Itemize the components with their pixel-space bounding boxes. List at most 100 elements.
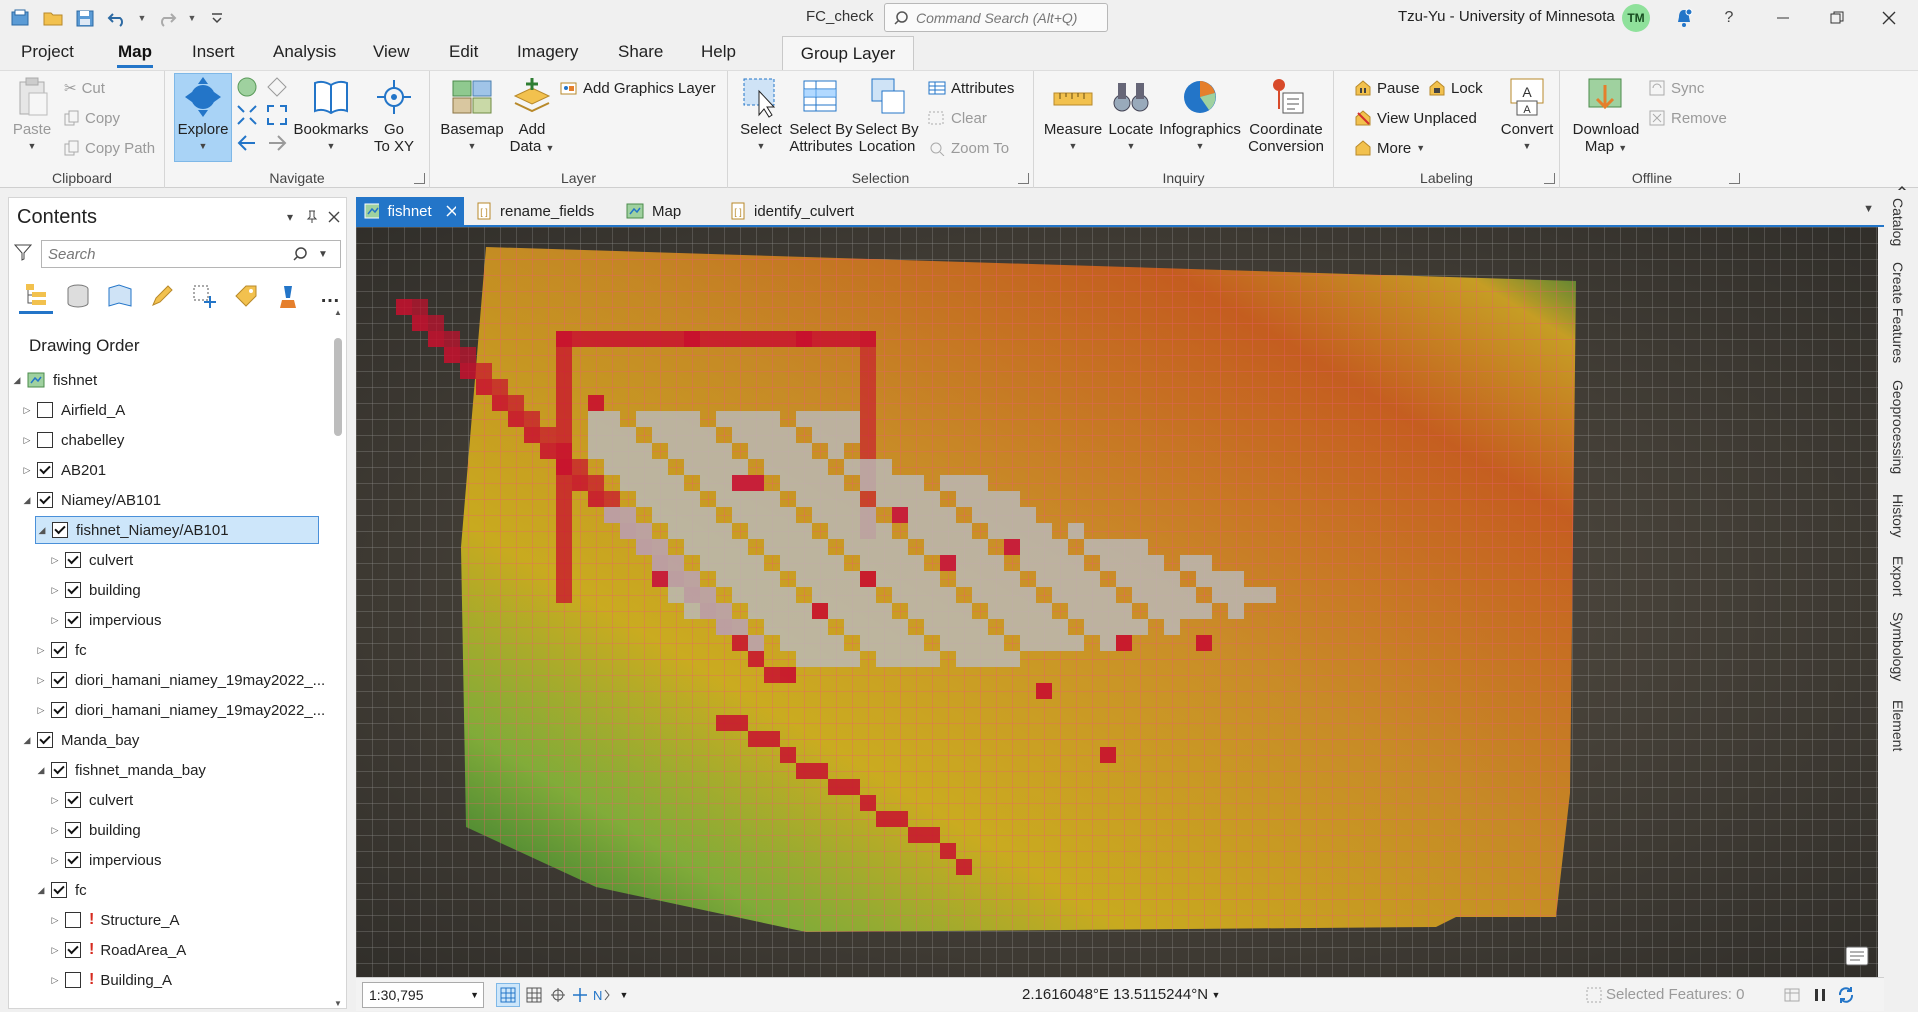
layer-tree-item[interactable]: ▷ building xyxy=(49,816,141,844)
layer-tree-item[interactable]: ▷! RoadArea_A xyxy=(49,936,187,964)
zoom-in-arrows-icon[interactable] xyxy=(235,103,259,127)
dock-tab-catalog[interactable]: Catalog xyxy=(1890,198,1906,246)
layer-tree-item[interactable]: ▷ impervious xyxy=(49,606,162,634)
doc-tab-rename-fields[interactable]: [ ] rename_fields xyxy=(468,197,602,225)
copy-path-button[interactable]: Copy Path xyxy=(64,135,155,161)
scrollbar-thumb[interactable] xyxy=(334,338,342,436)
doc-tab-identify-culvert[interactable]: [ ] identify_culvert xyxy=(722,197,862,225)
layer-tree-item[interactable]: ▷ culvert xyxy=(49,786,134,814)
collapsed-arrow-icon[interactable]: ▷ xyxy=(49,615,61,626)
snapping-icon[interactable] xyxy=(546,983,570,1007)
map-grid-toggle-icon[interactable] xyxy=(496,983,520,1007)
filter-icon[interactable] xyxy=(13,242,33,265)
download-map-button[interactable]: Download Map ▼ xyxy=(1566,73,1646,157)
add-graphics-layer-button[interactable]: Add Graphics Layer xyxy=(560,75,716,101)
layer-tree-item[interactable]: ◢ Niamey/AB101 xyxy=(21,486,162,514)
expanded-arrow-icon[interactable]: ◢ xyxy=(21,495,33,506)
map-canvas[interactable] xyxy=(356,227,1878,977)
collapsed-arrow-icon[interactable]: ▷ xyxy=(49,585,61,596)
user-name[interactable]: Tzu-Yu - University of Minnesota xyxy=(1398,8,1615,25)
layer-visibility-checkbox[interactable] xyxy=(65,972,81,988)
layer-visibility-checkbox[interactable] xyxy=(37,732,53,748)
map-notes-icon[interactable] xyxy=(1845,946,1869,966)
undo-dropdown-icon[interactable]: ▼ xyxy=(136,5,148,31)
layer-visibility-checkbox[interactable] xyxy=(65,852,81,868)
layer-tree-item[interactable]: ▷ impervious xyxy=(49,846,162,874)
layer-tree-item[interactable]: ▷ diori_hamani_niamey_19may2022_... xyxy=(35,696,326,724)
layer-tree-item[interactable]: ◢ fc xyxy=(35,876,87,904)
paste-button[interactable]: Paste ▼ xyxy=(10,73,54,155)
contents-scrollbar[interactable]: ▲ ▼ xyxy=(332,308,344,1008)
layer-tree-item[interactable]: ◢ fishnet_Niamey/AB101 xyxy=(35,516,319,544)
grid-icon[interactable] xyxy=(522,983,546,1007)
expanded-arrow-icon[interactable]: ◢ xyxy=(35,765,47,776)
remove-button[interactable]: Remove xyxy=(1648,105,1727,131)
view-unplaced-button[interactable]: View Unplaced xyxy=(1354,105,1477,131)
sync-button[interactable]: Sync xyxy=(1648,75,1704,101)
expanded-arrow-icon[interactable]: ◢ xyxy=(21,735,33,746)
layer-tree-item[interactable]: ▷! Structure_A xyxy=(49,906,180,934)
dock-tab-create-features[interactable]: Create Features xyxy=(1890,262,1906,363)
more-labeling-button[interactable]: More ▼ xyxy=(1354,135,1425,161)
layer-visibility-checkbox[interactable] xyxy=(51,642,67,658)
layer-visibility-checkbox[interactable] xyxy=(51,762,67,778)
contents-search[interactable]: ▼ xyxy=(41,240,341,268)
tab-edit[interactable]: Edit xyxy=(449,42,478,62)
dock-tab-export[interactable]: Export xyxy=(1890,556,1906,596)
minimize-icon[interactable] xyxy=(1768,4,1798,32)
collapsed-arrow-icon[interactable]: ▷ xyxy=(49,975,61,986)
redo-icon[interactable] xyxy=(154,5,180,31)
layer-visibility-checkbox[interactable] xyxy=(51,702,67,718)
dock-tab-history[interactable]: History xyxy=(1890,494,1906,538)
layer-visibility-checkbox[interactable] xyxy=(37,432,53,448)
scale-selector[interactable]: 1:30,795 ▼ xyxy=(362,982,484,1008)
notification-bell-icon[interactable] xyxy=(1669,4,1699,32)
expanded-arrow-icon[interactable]: ◢ xyxy=(35,885,47,896)
collapsed-arrow-icon[interactable]: ▷ xyxy=(49,825,61,836)
chevron-down-icon[interactable]: ▼ xyxy=(612,983,636,1007)
pane-options-icon[interactable]: ▾ xyxy=(281,208,299,226)
zoom-out-arrows-icon[interactable] xyxy=(265,103,289,127)
dock-tab-geoprocessing[interactable]: Geoprocessing xyxy=(1890,380,1906,474)
tab-view[interactable]: View xyxy=(373,42,410,62)
attributes-button[interactable]: Attributes xyxy=(928,75,1014,101)
drawing-order-icon[interactable] xyxy=(19,278,53,314)
layer-visibility-checkbox[interactable] xyxy=(65,612,81,628)
expanded-arrow-icon[interactable]: ◢ xyxy=(11,375,23,386)
help-icon[interactable]: ? xyxy=(1714,4,1744,32)
layer-tree-item[interactable]: ▷ culvert xyxy=(49,546,134,574)
collapsed-arrow-icon[interactable]: ▷ xyxy=(49,555,61,566)
pause-labeling-button[interactable]: Pause xyxy=(1354,75,1420,101)
layer-tree-item[interactable]: ▷ AB201 xyxy=(21,456,107,484)
editing-view-icon[interactable] xyxy=(145,278,179,314)
tab-analysis[interactable]: Analysis xyxy=(273,42,336,62)
layer-visibility-checkbox[interactable] xyxy=(65,792,81,808)
clear-button[interactable]: Clear xyxy=(928,105,987,131)
tab-imagery[interactable]: Imagery xyxy=(517,42,578,62)
collapsed-arrow-icon[interactable]: ▷ xyxy=(21,435,33,446)
convert-button[interactable]: AA Convert ▼ xyxy=(1500,73,1554,155)
refresh-icon[interactable] xyxy=(1834,983,1858,1007)
layer-tree-item[interactable]: ▷ chabelley xyxy=(21,426,125,454)
command-search-input[interactable] xyxy=(916,9,1096,26)
selection-view-icon[interactable] xyxy=(103,278,137,314)
chevron-down-icon[interactable]: ▼ xyxy=(318,249,328,260)
layer-visibility-checkbox[interactable] xyxy=(37,402,53,418)
layer-tree-item[interactable]: ▷ Airfield_A xyxy=(21,396,126,424)
previous-extent-icon[interactable] xyxy=(235,131,259,155)
collapsed-arrow-icon[interactable]: ▷ xyxy=(49,945,61,956)
collapsed-arrow-icon[interactable]: ▷ xyxy=(49,855,61,866)
select-button[interactable]: Select ▼ xyxy=(736,73,786,155)
coordinate-format-chevron-icon[interactable]: ▼ xyxy=(1204,983,1228,1007)
next-extent-icon[interactable] xyxy=(265,131,289,155)
pause-drawing-icon[interactable] xyxy=(1808,983,1832,1007)
layer-tree-item[interactable]: ▷ diori_hamani_niamey_19may2022_... xyxy=(35,666,326,694)
command-search[interactable] xyxy=(884,3,1108,32)
layer-visibility-checkbox[interactable] xyxy=(37,492,53,508)
coordinate-conversion-button[interactable]: Coordinate Conversion xyxy=(1244,73,1328,155)
explore-button[interactable]: Explore ▼ xyxy=(174,73,232,155)
new-project-icon[interactable] xyxy=(8,5,34,31)
layer-visibility-checkbox[interactable] xyxy=(65,822,81,838)
collapsed-arrow-icon[interactable]: ▷ xyxy=(35,705,47,716)
layer-visibility-checkbox[interactable] xyxy=(51,882,67,898)
